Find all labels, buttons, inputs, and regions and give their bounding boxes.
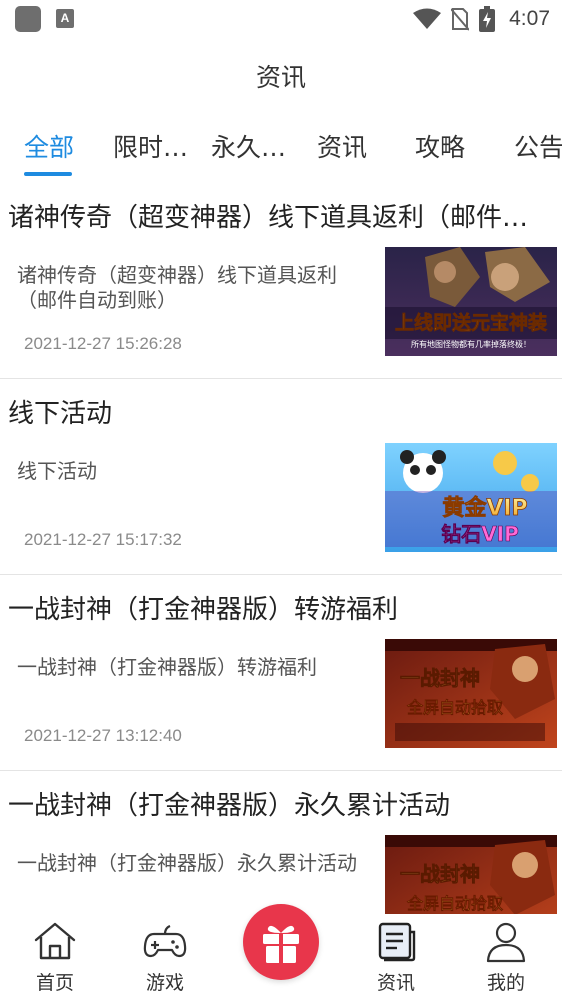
wifi-icon — [413, 8, 442, 29]
gift-icon — [263, 925, 299, 963]
clock: 4:07 — [509, 7, 550, 30]
tab-all[interactable]: 全部 — [24, 128, 74, 168]
a-icon: A — [56, 9, 74, 28]
home-icon — [34, 922, 76, 960]
thumb-subcaption: 所有地图怪物都有几率掉落终极！ — [411, 339, 531, 349]
status-bar: A 4:07 — [0, 0, 562, 38]
page-title: 资讯 — [255, 63, 306, 92]
article-card[interactable]: 诸神传奇（超变神器）线下道具返利（邮件自动到账） 诸神传奇（超变神器）线下道具返… — [0, 183, 562, 379]
article-thumbnail: 一战封神 全屏自动拾取 — [385, 835, 557, 914]
thumb-subcaption: 钻石VIP — [441, 522, 519, 546]
nav-games-label: 游戏 — [145, 972, 184, 994]
thumb-caption: 上线即送元宝神装 — [395, 311, 547, 334]
article-summary: 一战封神（打金神器版）永久累计活动 — [17, 851, 357, 875]
nav-news-label: 资讯 — [376, 972, 415, 994]
nav-home[interactable]: 首页 — [10, 914, 100, 1000]
thumb-caption: 一战封神 — [400, 862, 480, 886]
thumb-subcaption: 全屏自动拾取 — [406, 894, 503, 913]
article-thumbnail: 一战封神 全屏自动拾取 — [385, 639, 557, 748]
article-list: 诸神传奇（超变神器）线下道具返利（邮件自动到账） 诸神传奇（超变神器）线下道具返… — [0, 183, 562, 914]
nav-games[interactable]: 游戏 — [120, 914, 210, 1000]
nav-profile-label: 我的 — [486, 972, 525, 994]
thumb-caption: 一战封神 — [400, 666, 480, 690]
bottom-nav: 首页 游戏 资讯 我的 — [0, 904, 562, 1000]
article-title: 线下活动 — [8, 399, 113, 429]
status-indicators: 4:07 — [413, 4, 550, 34]
thumb-subcaption: 全屏自动拾取 — [406, 698, 503, 717]
app-icon — [15, 6, 41, 32]
article-title: 诸神传奇（超变神器）线下道具返利（邮件自动到账） — [8, 203, 553, 233]
article-timestamp: 2021-12-27 15:17:32 — [24, 530, 182, 549]
battery-charging-icon — [479, 6, 496, 32]
tab-guides[interactable]: 攻略 — [415, 128, 465, 168]
article-timestamp: 2021-12-27 13:12:40 — [24, 726, 182, 745]
gift-button[interactable] — [243, 904, 319, 980]
article-title: 一战封神（打金神器版）转游福利 — [8, 595, 399, 625]
tab-permanent[interactable]: 永久… — [211, 128, 286, 168]
article-thumbnail: 黄金VIP 钻石VIP — [385, 443, 557, 552]
gamepad-icon — [143, 924, 187, 958]
article-summary: 线下活动 — [17, 459, 97, 483]
article-summary: 一战封神（打金神器版）转游福利 — [17, 655, 317, 679]
article-timestamp: 2021-12-27 15:26:28 — [24, 334, 182, 353]
user-icon — [486, 922, 526, 963]
article-card[interactable]: 一战封神（打金神器版）转游福利 一战封神（打金神器版）转游福利 2021-12-… — [0, 575, 562, 771]
category-tabs: 全部 限时… 永久… 资讯 攻略 公告 — [0, 128, 562, 178]
article-card[interactable]: 线下活动 线下活动 2021-12-27 15:17:32 黄金VIP 钻石VI… — [0, 379, 562, 575]
tab-announcements[interactable]: 公告 — [514, 128, 562, 168]
nav-profile[interactable]: 我的 — [461, 914, 551, 1000]
article-title: 一战封神（打金神器版）永久累计活动 — [8, 791, 451, 821]
tab-active-indicator — [24, 172, 72, 176]
tab-news[interactable]: 资讯 — [317, 128, 367, 168]
article-summary: 诸神传奇（超变神器）线下道具返利（邮件自动到账） — [17, 263, 337, 312]
tab-limited[interactable]: 限时… — [113, 128, 188, 168]
nav-news[interactable]: 资讯 — [351, 914, 441, 1000]
nav-home-label: 首页 — [35, 972, 74, 994]
article-card[interactable]: 一战封神（打金神器版）永久累计活动 一战封神（打金神器版）永久累计活动 一战封神… — [0, 771, 562, 914]
news-icon — [378, 922, 416, 962]
thumb-caption: 黄金VIP — [442, 495, 527, 521]
no-sim-icon — [451, 8, 470, 31]
article-thumbnail: 上线即送元宝神装 所有地图怪物都有几率掉落终极！ — [385, 247, 557, 356]
